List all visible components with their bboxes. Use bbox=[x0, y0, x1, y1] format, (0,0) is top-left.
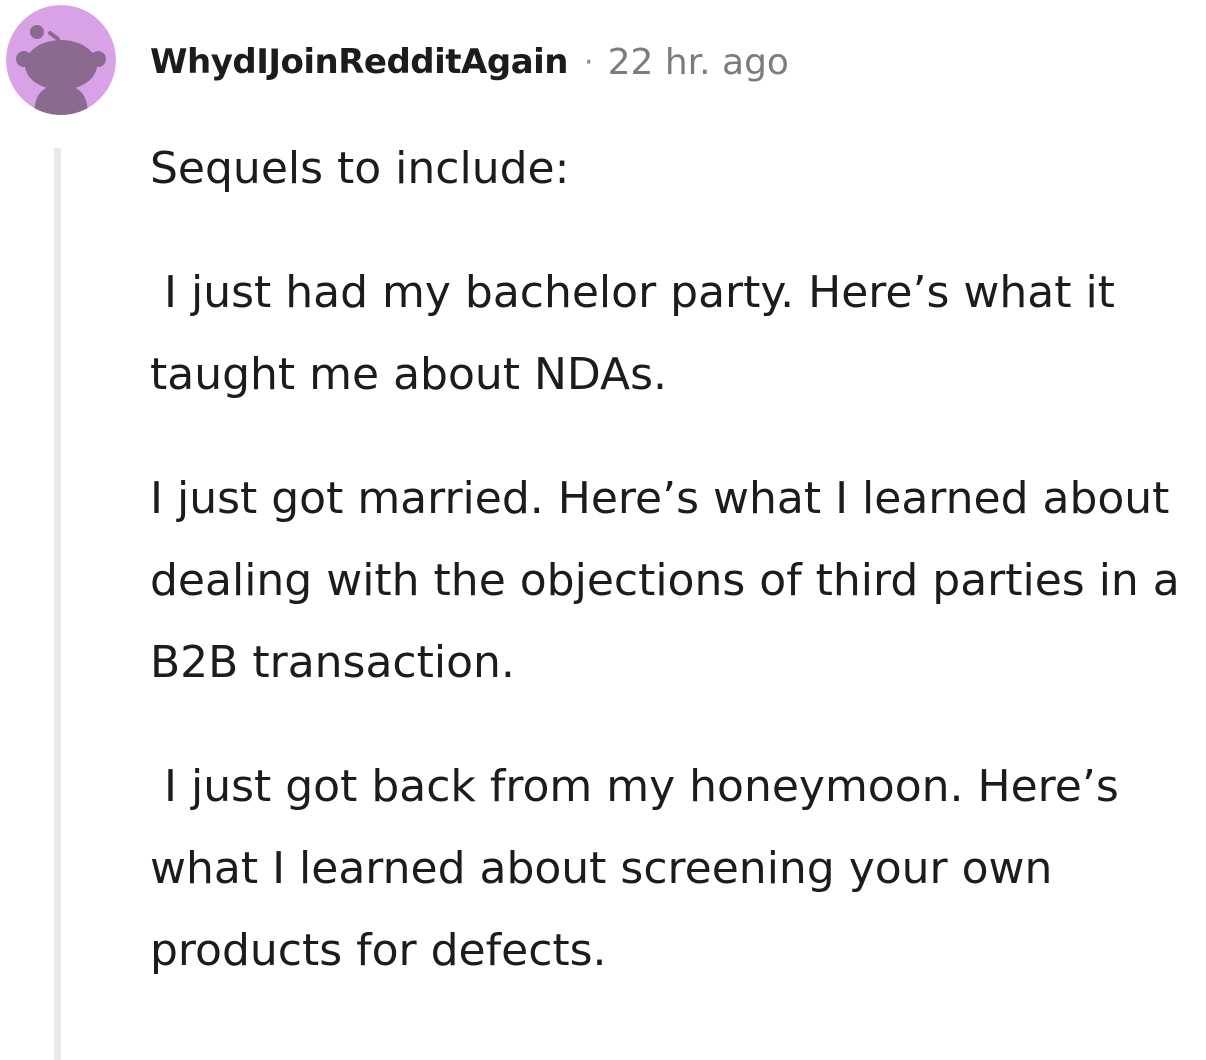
comment-paragraph: I just got married. Here’s what I learne… bbox=[150, 473, 1194, 688]
comment-timestamp[interactable]: 22 hr. ago bbox=[608, 42, 789, 83]
user-avatar[interactable] bbox=[6, 5, 116, 115]
comment: WhydIJoinRedditAgain · 22 hr. ago Sequel… bbox=[0, 0, 1206, 1060]
username-link[interactable]: WhydIJoinRedditAgain bbox=[150, 42, 569, 82]
meta-separator: · bbox=[584, 44, 594, 80]
comment-paragraph: I just had my bachelor party. Here’s wha… bbox=[150, 267, 1129, 400]
comment-paragraph: Sequels to include: bbox=[150, 143, 570, 194]
comment-paragraph: I just got back from my honeymoon. Here’… bbox=[150, 761, 1133, 976]
thread-line[interactable] bbox=[54, 148, 61, 1060]
comment-body: Sequels to include: I just had my bachel… bbox=[150, 128, 1200, 992]
comment-meta: WhydIJoinRedditAgain · 22 hr. ago bbox=[150, 34, 789, 90]
snoo-avatar-icon bbox=[6, 5, 116, 115]
